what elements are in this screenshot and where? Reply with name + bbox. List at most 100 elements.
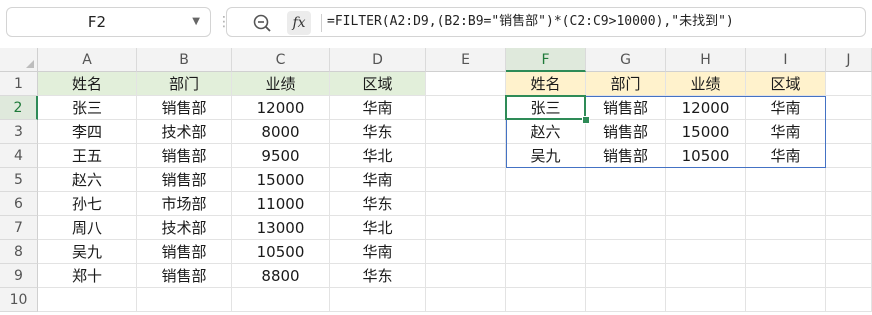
column-header-b[interactable]: B bbox=[137, 48, 232, 72]
cell-j2[interactable] bbox=[826, 96, 872, 120]
column-header-a[interactable]: A bbox=[38, 48, 137, 72]
cell-j6[interactable] bbox=[826, 192, 872, 216]
cell-j4[interactable] bbox=[826, 144, 872, 168]
source-data-cell[interactable]: 12000 bbox=[232, 96, 330, 120]
cell-e3[interactable] bbox=[426, 120, 506, 144]
source-data-cell[interactable]: 销售部 bbox=[137, 264, 232, 288]
column-header-j[interactable]: J bbox=[826, 48, 872, 72]
source-data-cell[interactable]: 技术部 bbox=[137, 120, 232, 144]
result-header-cell[interactable]: 区域 bbox=[746, 72, 826, 96]
cell-f8[interactable] bbox=[506, 240, 586, 264]
source-data-cell[interactable]: 市场部 bbox=[137, 192, 232, 216]
row-header-9[interactable]: 9 bbox=[0, 264, 38, 288]
cell-e5[interactable] bbox=[426, 168, 506, 192]
source-header-cell[interactable]: 部门 bbox=[137, 72, 232, 96]
cell-h5[interactable] bbox=[666, 168, 746, 192]
source-data-cell[interactable]: 吴九 bbox=[38, 240, 137, 264]
source-data-cell[interactable]: 华北 bbox=[330, 216, 426, 240]
source-data-cell[interactable]: 张三 bbox=[38, 96, 137, 120]
row-header-1[interactable]: 1 bbox=[0, 72, 38, 96]
result-data-cell[interactable]: 10500 bbox=[666, 144, 746, 168]
row-header-2[interactable]: 2 bbox=[0, 96, 38, 120]
cell-f5[interactable] bbox=[506, 168, 586, 192]
chevron-down-icon[interactable]: ▼ bbox=[192, 8, 200, 36]
cell-a10[interactable] bbox=[38, 288, 137, 312]
row-header-6[interactable]: 6 bbox=[0, 192, 38, 216]
name-box[interactable]: F2 ▼ bbox=[6, 7, 211, 37]
source-data-cell[interactable]: 周八 bbox=[38, 216, 137, 240]
column-header-g[interactable]: G bbox=[586, 48, 666, 72]
cell-e2[interactable] bbox=[426, 96, 506, 120]
cell-g6[interactable] bbox=[586, 192, 666, 216]
result-data-cell[interactable]: 华南 bbox=[746, 144, 826, 168]
column-header-h[interactable]: H bbox=[666, 48, 746, 72]
source-data-cell[interactable]: 销售部 bbox=[137, 240, 232, 264]
result-header-cell[interactable]: 业绩 bbox=[666, 72, 746, 96]
cell-g10[interactable] bbox=[586, 288, 666, 312]
cell-j5[interactable] bbox=[826, 168, 872, 192]
zoom-icon[interactable] bbox=[251, 12, 273, 34]
cell-h9[interactable] bbox=[666, 264, 746, 288]
source-data-cell[interactable]: 孙七 bbox=[38, 192, 137, 216]
cell-j9[interactable] bbox=[826, 264, 872, 288]
result-data-cell[interactable]: 吴九 bbox=[506, 144, 586, 168]
cell-e6[interactable] bbox=[426, 192, 506, 216]
source-data-cell[interactable]: 王五 bbox=[38, 144, 137, 168]
source-data-cell[interactable]: 销售部 bbox=[137, 96, 232, 120]
cell-f6[interactable] bbox=[506, 192, 586, 216]
source-data-cell[interactable]: 9500 bbox=[232, 144, 330, 168]
source-data-cell[interactable]: 15000 bbox=[232, 168, 330, 192]
column-header-c[interactable]: C bbox=[232, 48, 330, 72]
column-header-e[interactable]: E bbox=[426, 48, 506, 72]
source-data-cell[interactable]: 李四 bbox=[38, 120, 137, 144]
cell-h10[interactable] bbox=[666, 288, 746, 312]
row-header-10[interactable]: 10 bbox=[0, 288, 38, 312]
cell-i7[interactable] bbox=[746, 216, 826, 240]
source-data-cell[interactable]: 华北 bbox=[330, 144, 426, 168]
row-header-8[interactable]: 8 bbox=[0, 240, 38, 264]
source-data-cell[interactable]: 8000 bbox=[232, 120, 330, 144]
cell-j8[interactable] bbox=[826, 240, 872, 264]
cell-b10[interactable] bbox=[137, 288, 232, 312]
cell-h8[interactable] bbox=[666, 240, 746, 264]
source-data-cell[interactable]: 赵六 bbox=[38, 168, 137, 192]
cell-h7[interactable] bbox=[666, 216, 746, 240]
cell-j1[interactable] bbox=[826, 72, 872, 96]
cell-i6[interactable] bbox=[746, 192, 826, 216]
cell-d10[interactable] bbox=[330, 288, 426, 312]
result-header-cell[interactable]: 姓名 bbox=[506, 72, 586, 96]
cell-f10[interactable] bbox=[506, 288, 586, 312]
row-header-3[interactable]: 3 bbox=[0, 120, 38, 144]
result-data-cell[interactable]: 销售部 bbox=[586, 96, 666, 120]
cell-h6[interactable] bbox=[666, 192, 746, 216]
cell-e10[interactable] bbox=[426, 288, 506, 312]
cell-g8[interactable] bbox=[586, 240, 666, 264]
source-data-cell[interactable]: 11000 bbox=[232, 192, 330, 216]
row-header-5[interactable]: 5 bbox=[0, 168, 38, 192]
cell-e7[interactable] bbox=[426, 216, 506, 240]
source-data-cell[interactable]: 郑十 bbox=[38, 264, 137, 288]
result-data-cell[interactable]: 华南 bbox=[746, 120, 826, 144]
row-header-7[interactable]: 7 bbox=[0, 216, 38, 240]
source-data-cell[interactable]: 华东 bbox=[330, 192, 426, 216]
fill-handle[interactable] bbox=[582, 116, 590, 124]
column-header-f[interactable]: F bbox=[506, 48, 586, 72]
cell-f9[interactable] bbox=[506, 264, 586, 288]
cell-i8[interactable] bbox=[746, 240, 826, 264]
source-data-cell[interactable]: 13000 bbox=[232, 216, 330, 240]
cell-j10[interactable] bbox=[826, 288, 872, 312]
cell-i9[interactable] bbox=[746, 264, 826, 288]
source-data-cell[interactable]: 技术部 bbox=[137, 216, 232, 240]
result-data-cell[interactable]: 销售部 bbox=[586, 144, 666, 168]
source-header-cell[interactable]: 业绩 bbox=[232, 72, 330, 96]
column-header-d[interactable]: D bbox=[330, 48, 426, 72]
result-data-cell[interactable]: 张三 bbox=[506, 96, 586, 120]
cell-j3[interactable] bbox=[826, 120, 872, 144]
source-data-cell[interactable]: 8800 bbox=[232, 264, 330, 288]
source-data-cell[interactable]: 销售部 bbox=[137, 144, 232, 168]
result-data-cell[interactable]: 15000 bbox=[666, 120, 746, 144]
cell-e4[interactable] bbox=[426, 144, 506, 168]
cell-i10[interactable] bbox=[746, 288, 826, 312]
fx-icon[interactable]: fx bbox=[287, 11, 311, 35]
cell-e8[interactable] bbox=[426, 240, 506, 264]
